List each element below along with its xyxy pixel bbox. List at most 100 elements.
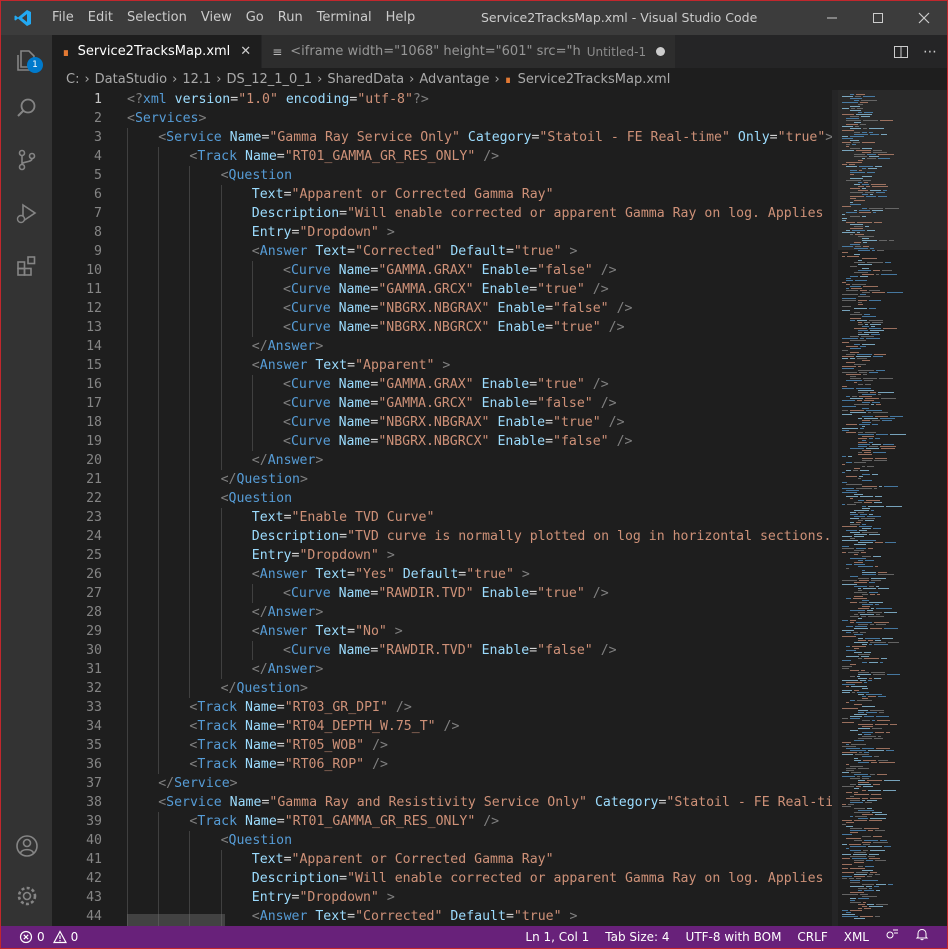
code-line[interactable]: 20 </Answer> (52, 451, 832, 470)
code-line[interactable]: 5 <Question (52, 166, 832, 185)
accounts-button[interactable] (1, 821, 52, 871)
menu-help[interactable]: Help (379, 1, 423, 35)
minimap[interactable] (838, 90, 947, 926)
code-line[interactable]: 22 <Question (52, 489, 832, 508)
code-line[interactable]: 26 <Answer Text="Yes" Default="true" > (52, 565, 832, 584)
code-line[interactable]: 41 Text="Apparent or Corrected Gamma Ray" (52, 850, 832, 869)
minimap-stroke (842, 372, 857, 373)
code-line[interactable]: 2 <Services> (52, 109, 832, 128)
code-line[interactable]: 11 <Curve Name="GAMMA.GRCX" Enable="true"… (52, 280, 832, 299)
breadcrumb-item[interactable]: DS_12_1_0_1 (226, 72, 312, 87)
code-line[interactable]: 15 <Answer Text="Apparent" > (52, 356, 832, 375)
minimap-stroke (872, 812, 882, 813)
search-button[interactable] (1, 83, 52, 133)
code-line[interactable]: 6 Text="Apparent or Corrected Gamma Ray" (52, 185, 832, 204)
source-control-button[interactable] (1, 135, 52, 185)
run-debug-button[interactable] (1, 188, 52, 238)
breadcrumb-item[interactable]: Advantage (419, 72, 489, 87)
end-of-line[interactable]: CRLF (789, 926, 835, 948)
line-number: 43 (86, 890, 102, 905)
menu-go[interactable]: Go (239, 1, 271, 35)
code-line[interactable]: 32 </Question> (52, 679, 832, 698)
cursor-position[interactable]: Ln 1, Col 1 (517, 926, 597, 948)
code-line[interactable]: 3 <Service Name="Gamma Ray Service Only" … (52, 128, 832, 147)
minimap-stroke (862, 436, 874, 437)
breadcrumb-item[interactable]: DataStudio (95, 72, 167, 87)
code-line[interactable]: 36 <Track Name="RT06_ROP" /> (52, 755, 832, 774)
menu-view[interactable]: View (194, 1, 239, 35)
minimap-stroke (872, 292, 885, 293)
extensions-button[interactable] (1, 241, 52, 291)
code-line[interactable]: 43 Entry="Dropdown" > (52, 888, 832, 907)
minimap-stroke (869, 320, 883, 321)
code-line[interactable]: 14 </Answer> (52, 337, 832, 356)
minimap-stroke (856, 786, 861, 787)
code-line[interactable]: 8 Entry="Dropdown" > (52, 223, 832, 242)
minimap-stroke (872, 720, 875, 721)
code-line[interactable]: 24 Description="TVD curve is normally plo… (52, 527, 832, 546)
code-editor[interactable]: 1 <?xml version="1.0" encoding="utf-8"?> 2… (52, 90, 832, 926)
menu-file[interactable]: File (45, 1, 81, 35)
breadcrumb-item[interactable]: SharedData (327, 72, 404, 87)
language-mode[interactable]: XML (836, 926, 877, 948)
breadcrumb-item[interactable]: C: (66, 72, 79, 87)
code-line[interactable]: 42 Description="Will enable corrected or … (52, 869, 832, 888)
code-line[interactable]: 31 </Answer> (52, 660, 832, 679)
minimap-stroke (850, 198, 856, 199)
code-line[interactable]: 21 </Question> (52, 470, 832, 489)
code-line[interactable]: 18 <Curve Name="NBGRX.NBGRAX" Enable="tru… (52, 413, 832, 432)
code-line[interactable]: 40 <Question (52, 831, 832, 850)
code-line[interactable]: 39 <Track Name="RT01_GAMMA_GR_RES_ONLY" /… (52, 812, 832, 831)
maximize-button[interactable] (855, 1, 901, 35)
explorer-button[interactable]: 1 (1, 35, 52, 85)
minimap-stroke (849, 878, 854, 879)
code-line[interactable]: 37 </Service> (52, 774, 832, 793)
minimap-stroke (858, 186, 864, 187)
menu-run[interactable]: Run (271, 1, 310, 35)
manage-button[interactable] (1, 871, 52, 921)
code-line[interactable]: 29 <Answer Text="No" > (52, 622, 832, 641)
horizontal-scrollbar-thumb[interactable] (127, 914, 225, 926)
file-encoding[interactable]: UTF-8 with BOM (678, 926, 790, 948)
problems-status[interactable]: 0 0 (1, 930, 78, 944)
breadcrumb-item[interactable]: 12.1 (182, 72, 211, 87)
minimap-stroke (861, 116, 870, 117)
code-line[interactable]: 1 <?xml version="1.0" encoding="utf-8"?> (52, 90, 832, 109)
code-line[interactable]: 17 <Curve Name="GAMMA.GRCX" Enable="false… (52, 394, 832, 413)
tab-service2tracksmap[interactable]: ∎ Service2TracksMap.xml ✕ (52, 35, 263, 68)
code-line[interactable]: 27 <Curve Name="RAWDIR.TVD" Enable="true"… (52, 584, 832, 603)
menu-selection[interactable]: Selection (120, 1, 194, 35)
code-line[interactable]: 23 Text="Enable TVD Curve" (52, 508, 832, 527)
code-line[interactable]: 10 <Curve Name="GAMMA.GRAX" Enable="false… (52, 261, 832, 280)
code-line[interactable]: 12 <Curve Name="NBGRX.NBGRAX" Enable="fal… (52, 299, 832, 318)
menu-terminal[interactable]: Terminal (310, 1, 379, 35)
minimize-button[interactable] (809, 1, 855, 35)
close-window-button[interactable] (901, 1, 947, 35)
code-line[interactable]: 9 <Answer Text="Corrected" Default="true"… (52, 242, 832, 261)
code-line[interactable]: 7 Description="Will enable corrected or a… (52, 204, 832, 223)
close-icon[interactable]: ✕ (240, 44, 251, 59)
code-line[interactable]: 30 <Curve Name="RAWDIR.TVD" Enable="false… (52, 641, 832, 660)
code-line[interactable]: 28 </Answer> (52, 603, 832, 622)
code-line[interactable]: 34 <Track Name="RT04_DEPTH_W.75_T" /> (52, 717, 832, 736)
tab-size[interactable]: Tab Size: 4 (597, 926, 677, 948)
code-line[interactable]: 4 <Track Name="RT01_GAMMA_GR_RES_ONLY" /> (52, 147, 832, 166)
indent-guide (189, 869, 191, 888)
unsaved-dot-icon[interactable] (656, 47, 666, 56)
notifications-button[interactable] (907, 926, 937, 948)
code-line[interactable]: 33 <Track Name="RT03_GR_DPI" /> (52, 698, 832, 717)
menu-edit[interactable]: Edit (81, 1, 120, 35)
code-line[interactable]: 38 <Service Name="Gamma Ray and Resistivi… (52, 793, 832, 812)
code-line[interactable]: 25 Entry="Dropdown" > (52, 546, 832, 565)
code-line[interactable]: 16 <Curve Name="GAMMA.GRAX" Enable="true"… (52, 375, 832, 394)
code-line[interactable]: 13 <Curve Name="NBGRX.NBGRCX" Enable="tru… (52, 318, 832, 337)
breadcrumb-file[interactable]: Service2TracksMap.xml (518, 72, 671, 87)
feedback-button[interactable] (877, 926, 907, 948)
code-line[interactable]: 19 <Curve Name="NBGRX.NBGRCX" Enable="fal… (52, 432, 832, 451)
more-actions-icon[interactable]: ⋯ (923, 44, 937, 60)
minimap-stroke (846, 686, 849, 687)
minimap-stroke (859, 602, 867, 603)
split-editor-icon[interactable] (893, 44, 909, 60)
tab-untitled-1[interactable]: ≡ <iframe width="1068" height="601" src=… (262, 35, 677, 68)
code-line[interactable]: 35 <Track Name="RT05_WOB" /> (52, 736, 832, 755)
